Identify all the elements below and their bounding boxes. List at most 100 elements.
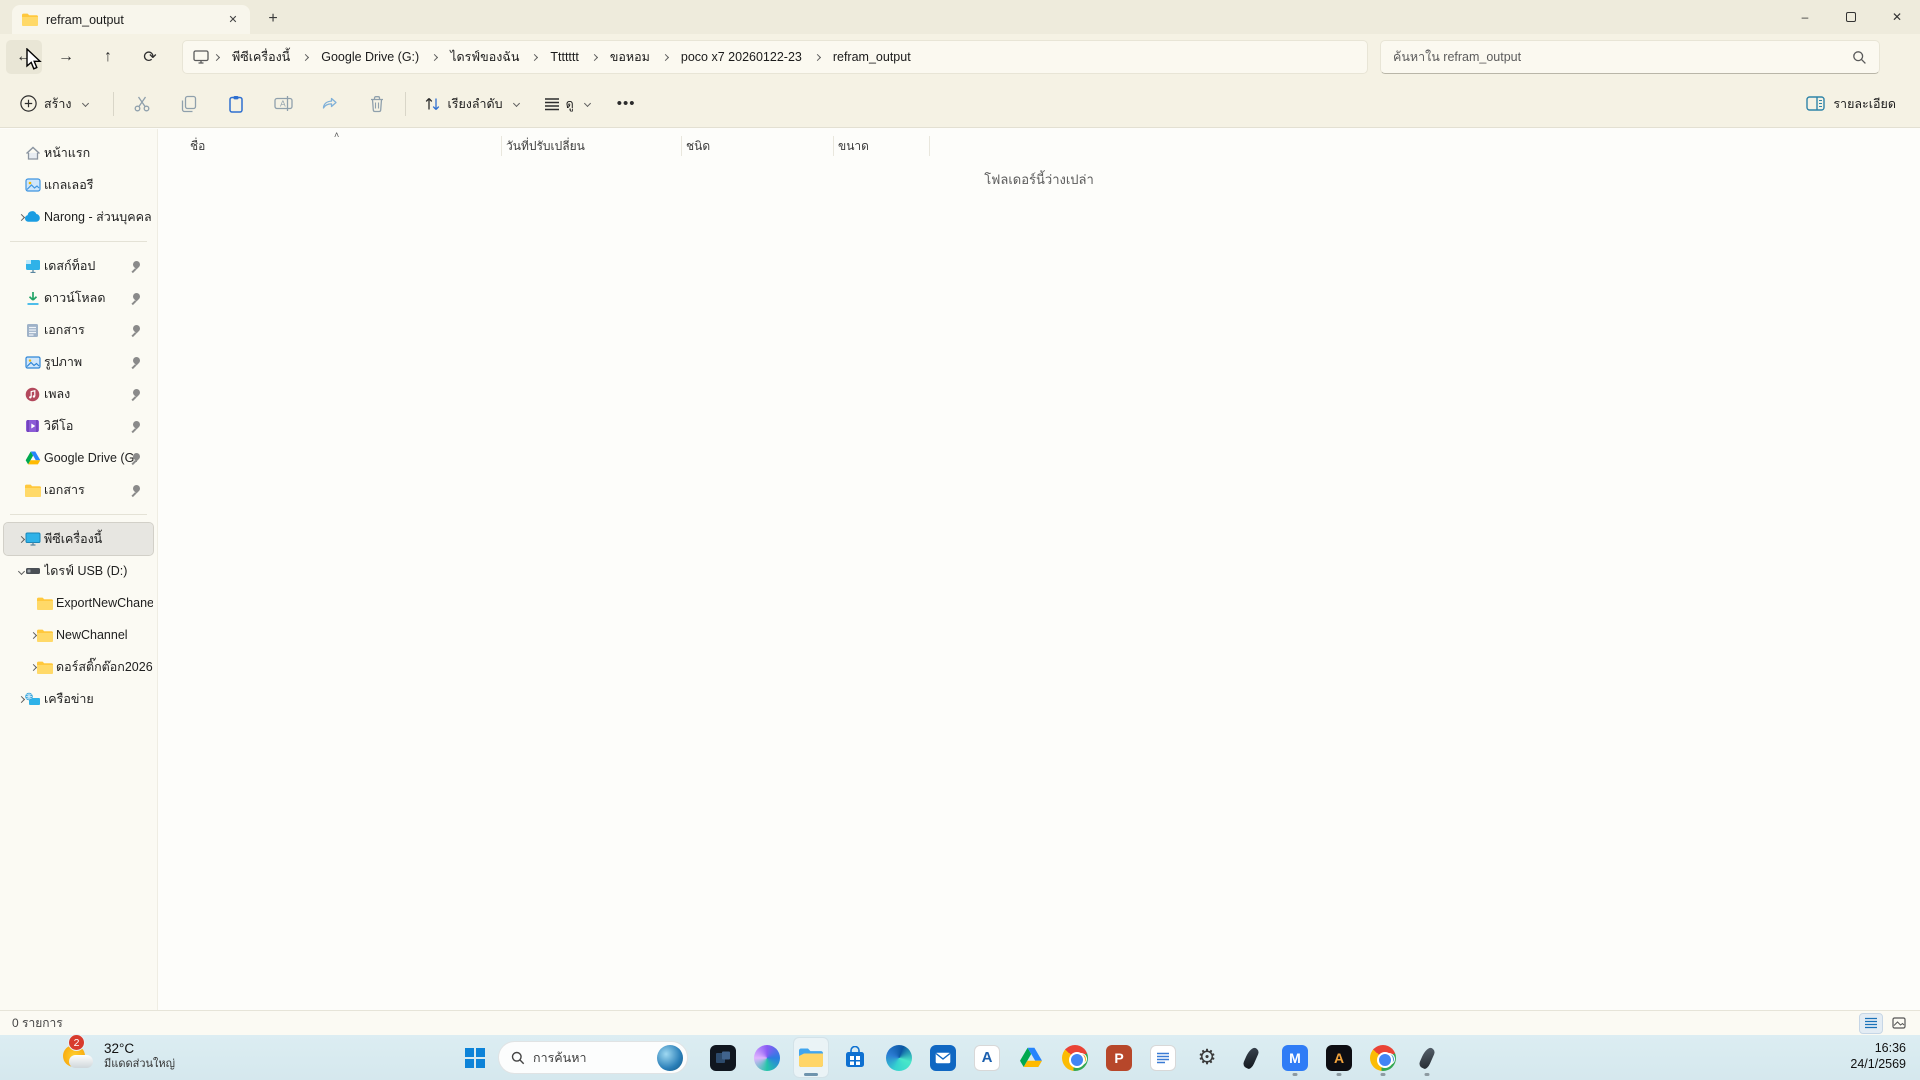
- sidebar-item-newchannel[interactable]: NewChannel: [4, 619, 153, 651]
- breadcrumb-item-my-drive[interactable]: ไดรฟ์ของฉัน: [442, 43, 527, 71]
- column-header-size[interactable]: ขนาด: [833, 136, 929, 156]
- taskbar-app-copilot[interactable]: [750, 1038, 784, 1077]
- search-placeholder: ค้นหาใน refram_output: [1393, 47, 1852, 67]
- new-tab-button[interactable]: +: [260, 6, 286, 32]
- sidebar-item-tiktok2026[interactable]: ดอร์สติ๊กต๊อก2026: [4, 651, 153, 683]
- taskbar-app-a-doc[interactable]: A: [970, 1038, 1004, 1077]
- breadcrumb-chevron-icon: [302, 53, 309, 60]
- breadcrumb-item-poco[interactable]: poco x7 20260122-23: [673, 46, 810, 68]
- windows-logo-icon: [465, 1048, 485, 1068]
- details-pane-icon: [1806, 96, 1825, 111]
- breadcrumb-chevron-icon: [662, 53, 669, 60]
- explorer-search-input[interactable]: ค้นหาใน refram_output: [1380, 40, 1880, 74]
- taskbar-app-dark-app[interactable]: [706, 1038, 740, 1077]
- sidebar-item-label: NewChannel: [56, 628, 128, 642]
- view-button[interactable]: ดู: [534, 87, 605, 121]
- taskbar-app-a[interactable]: A: [1322, 1038, 1356, 1077]
- clock-date: 24/1/2569: [1850, 1056, 1906, 1072]
- sidebar-item-google-drive[interactable]: Google Drive (G:: [4, 442, 153, 474]
- taskbar-app-google-drive[interactable]: [1014, 1038, 1048, 1077]
- taskbar-app-quill[interactable]: [1410, 1038, 1444, 1077]
- column-header-type[interactable]: ชนิด: [681, 136, 833, 156]
- sidebar-item-desktop[interactable]: เดสก์ท็อป: [4, 250, 153, 282]
- taskbar-app-m[interactable]: M: [1278, 1038, 1312, 1077]
- sidebar-item-network[interactable]: เครือข่าย: [4, 683, 153, 715]
- paste-icon: [227, 95, 245, 113]
- sidebar-item-exportnewchanel[interactable]: ExportNewChanel: [4, 587, 153, 619]
- breadcrumb[interactable]: พีซีเครื่องนี้ Google Drive (G:) ไดรฟ์ขอ…: [182, 40, 1368, 74]
- this-pc-icon: [24, 531, 41, 548]
- taskbar-app-red-office[interactable]: P: [1102, 1038, 1136, 1077]
- desktop-icon: [24, 258, 41, 275]
- column-header-date-modified[interactable]: วันที่ปรับเปลี่ยน: [501, 136, 681, 156]
- sidebar-item-label: วิดีโอ: [44, 416, 73, 436]
- breadcrumb-item-khohom[interactable]: ขอหอม: [602, 43, 658, 71]
- taskbar-app-edge[interactable]: [882, 1038, 916, 1077]
- up-button[interactable]: ↑: [90, 40, 126, 74]
- sidebar-item-documents[interactable]: เอกสาร: [4, 314, 153, 346]
- weather-widget[interactable]: 2 32°C มีแดดส่วนใหญ่: [60, 1038, 175, 1074]
- share-icon: [321, 95, 339, 113]
- sidebar-item-downloads[interactable]: ดาวน์โหลด: [4, 282, 153, 314]
- taskbar-app-chrome-globe[interactable]: [1366, 1038, 1400, 1077]
- sidebar-item-onedrive[interactable]: Narong - ส่วนบุคคล: [4, 201, 153, 233]
- breadcrumb-item-tttt[interactable]: Ttttttt: [542, 46, 586, 68]
- taskbar-app-doc[interactable]: [1146, 1038, 1180, 1077]
- taskbar-search[interactable]: การค้นหา: [498, 1041, 688, 1074]
- sidebar-item-label: ExportNewChanel: [56, 596, 153, 610]
- column-header-name[interactable]: ชื่อ: [158, 136, 501, 156]
- copy-button[interactable]: [169, 87, 209, 121]
- dark-app-icon: [710, 1045, 736, 1071]
- details-pane-button[interactable]: รายละเอียด: [1796, 87, 1906, 121]
- new-button[interactable]: สร้าง: [8, 87, 105, 121]
- minimize-button[interactable]: –: [1782, 0, 1828, 34]
- folder-icon: [22, 13, 38, 26]
- sort-ascending-icon: ˄: [334, 130, 339, 140]
- taskbar-app-feather[interactable]: [1234, 1038, 1268, 1077]
- cloud-icon: [69, 1055, 93, 1068]
- tab-close-icon[interactable]: ✕: [224, 11, 242, 29]
- sidebar-item-documents-folder[interactable]: เอกสาร: [4, 474, 153, 506]
- close-button[interactable]: ✕: [1874, 0, 1920, 34]
- start-button[interactable]: [458, 1041, 492, 1074]
- details-pane-label: รายละเอียด: [1833, 94, 1896, 114]
- taskbar-app-settings[interactable]: ⚙: [1190, 1038, 1224, 1077]
- maximize-button[interactable]: [1828, 0, 1874, 34]
- forward-button[interactable]: →: [48, 40, 84, 74]
- breadcrumb-chevron-icon: [213, 53, 220, 60]
- taskbar-app-outlook[interactable]: [926, 1038, 960, 1077]
- sidebar-item-home[interactable]: หน้าแรก: [4, 137, 153, 169]
- share-button[interactable]: [310, 87, 350, 121]
- taskbar-clock[interactable]: 16:36 24/1/2569: [1850, 1040, 1906, 1073]
- chrome-icon: [1062, 1045, 1088, 1071]
- breadcrumb-item-current[interactable]: refram_output: [825, 46, 919, 68]
- weather-text: 32°C มีแดดส่วนใหญ่: [104, 1041, 175, 1072]
- sort-arrows-icon: [424, 96, 441, 112]
- breadcrumb-item-this-pc[interactable]: พีซีเครื่องนี้: [224, 43, 298, 71]
- thumbnail-view-button[interactable]: [1888, 1014, 1910, 1033]
- sidebar-item-pictures[interactable]: รูปภาพ: [4, 346, 153, 378]
- window-controls: – ✕: [1782, 0, 1920, 34]
- delete-button[interactable]: [357, 87, 397, 121]
- sidebar-item-music[interactable]: เพลง: [4, 378, 153, 410]
- sidebar-item-gallery[interactable]: แกลเลอรี: [4, 169, 153, 201]
- file-actions: A: [122, 87, 397, 121]
- rename-button[interactable]: A: [263, 87, 303, 121]
- sidebar-item-this-pc[interactable]: พีซีเครื่องนี้: [4, 523, 153, 555]
- edge-icon: [886, 1045, 912, 1071]
- sidebar-item-usb-drive[interactable]: ไดรฟ์ USB (D:): [4, 555, 153, 587]
- taskbar-app-file-explorer[interactable]: [794, 1038, 828, 1077]
- quill-icon: [1418, 1045, 1436, 1069]
- explorer-tab[interactable]: refram_output ✕: [12, 5, 250, 34]
- more-options-button[interactable]: •••: [605, 88, 648, 119]
- breadcrumb-item-google-drive[interactable]: Google Drive (G:): [313, 46, 427, 68]
- refresh-button[interactable]: ⟳: [132, 40, 168, 74]
- sort-button[interactable]: เรียงลำดับ: [414, 87, 533, 121]
- sidebar-item-videos[interactable]: วิดีโอ: [4, 410, 153, 442]
- paste-button[interactable]: [216, 87, 256, 121]
- google-drive-icon: [24, 450, 41, 467]
- details-view-button[interactable]: [1860, 1014, 1882, 1033]
- taskbar-app-chrome[interactable]: [1058, 1038, 1092, 1077]
- cut-button[interactable]: [122, 87, 162, 121]
- taskbar-app-microsoft-store[interactable]: [838, 1038, 872, 1077]
